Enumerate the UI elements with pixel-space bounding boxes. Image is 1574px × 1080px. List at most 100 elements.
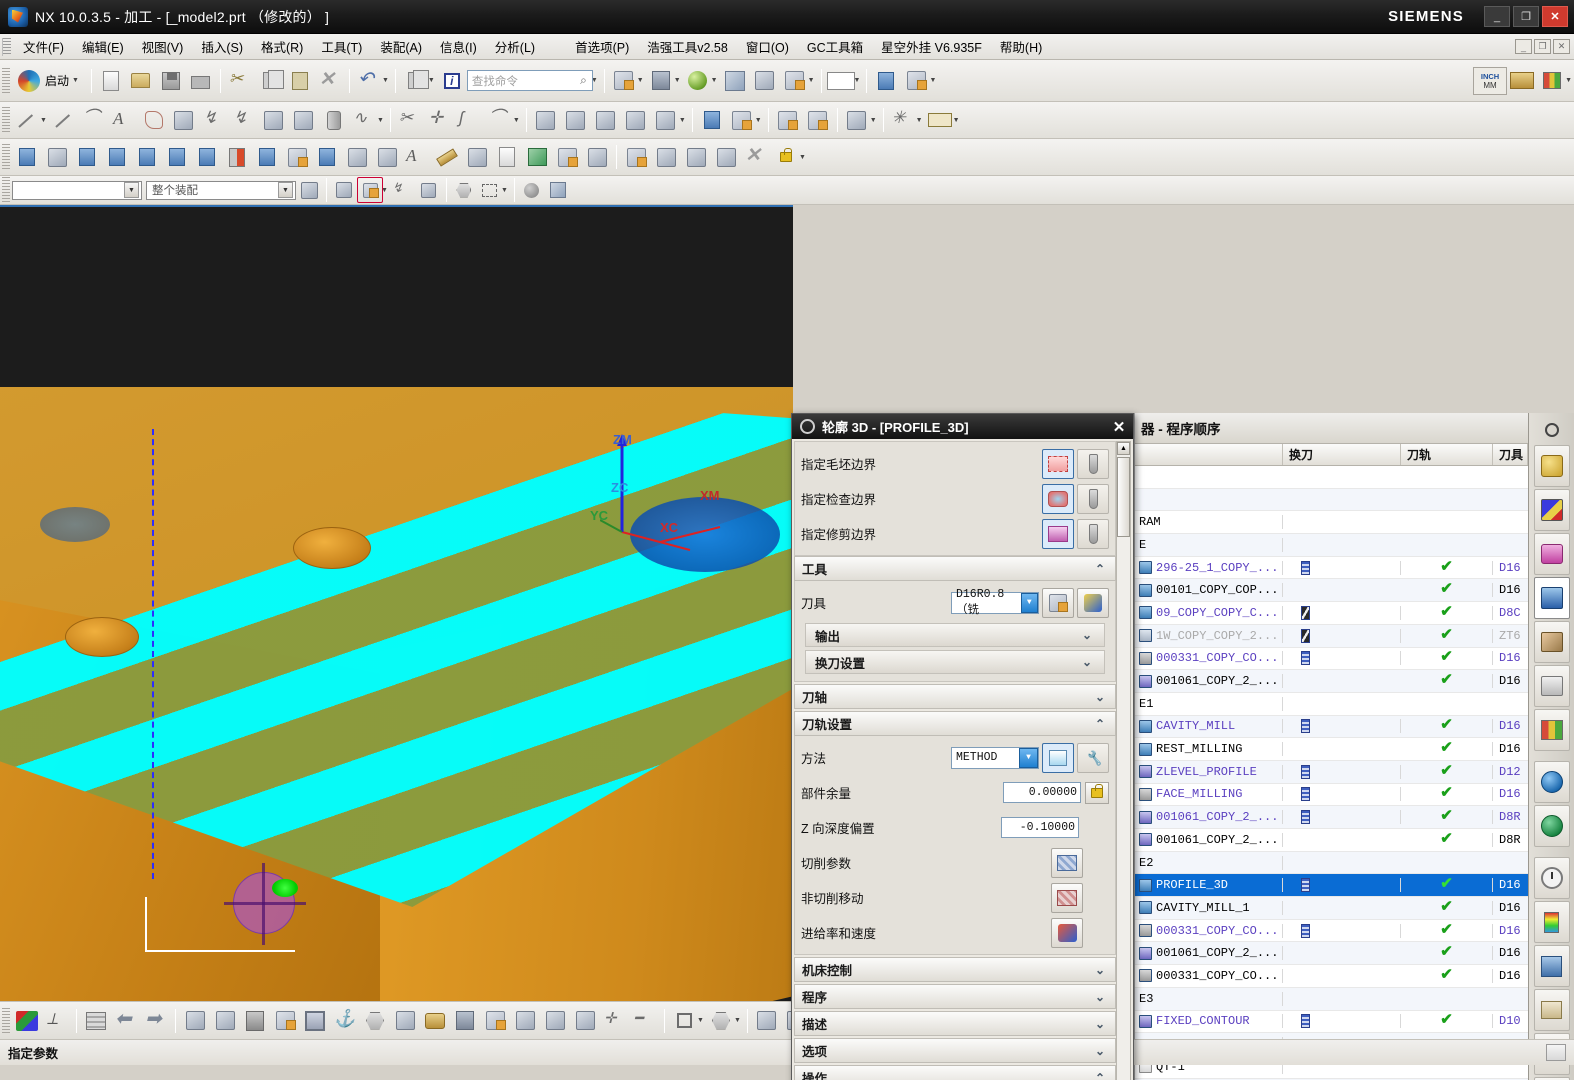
copy-object-button[interactable] [210,1006,240,1036]
measure-button[interactable] [773,105,803,135]
column-header-name[interactable] [1135,444,1283,465]
material-swatch-button[interactable] [1507,66,1537,96]
description-group-header[interactable]: 描述 ⌄ [794,1011,1116,1036]
mill-op-15-button[interactable] [432,142,462,172]
section-curve-button[interactable] [289,105,319,135]
datum-button[interactable]: ✳ [888,105,918,135]
forward-button[interactable]: ➡ [141,1006,171,1036]
bridge-curve-button[interactable]: ⌒ [485,105,515,135]
offset-curve-button[interactable] [169,105,199,135]
machine-control-group-header[interactable]: 机床控制 ⌄ [794,957,1116,982]
menu-format[interactable]: 格式(R) [252,34,312,59]
resource-reuse-library[interactable] [1533,621,1570,663]
post-process-button[interactable] [871,66,901,96]
resource-system-materials[interactable] [1533,709,1570,751]
rect-shape-button[interactable] [669,1006,699,1036]
save-button[interactable] [156,66,186,96]
rectangle-select-button[interactable] [477,177,503,203]
non-cutting-moves-button[interactable] [1051,882,1083,913]
edge-filter-button[interactable] [416,177,442,203]
edit-method-button[interactable]: 🔧 [1077,742,1109,773]
menu-analysis[interactable]: 分析(L) [486,34,544,59]
resource-assembly-navigator[interactable] [1533,445,1570,487]
blend-button[interactable] [651,105,681,135]
mill-op-23-button[interactable] [681,142,711,172]
command-search-input[interactable]: 查找命令 ⌕ [466,70,593,91]
wcs-origin-button[interactable]: ⟂ [42,1006,72,1036]
create-geometry-button[interactable] [683,66,713,96]
resource-part-navigator[interactable] [1533,489,1570,531]
create-operation-button[interactable] [609,66,639,96]
layer-settings-button[interactable] [1537,66,1567,96]
hex-shape-button[interactable] [706,1006,736,1036]
menu-window[interactable]: 窗口(O) [737,34,798,59]
table-row[interactable]: 000331_COPY_CO... ✔ D16 [1135,965,1528,988]
face-filter-button[interactable] [331,177,357,203]
create-tool-button[interactable] [646,66,676,96]
wcs-dynamic-button[interactable] [12,1006,42,1036]
intersect-curve-button[interactable]: ↯ [229,105,259,135]
tool-display-button[interactable] [450,1006,480,1036]
column-header-tool[interactable]: 刀具 [1493,444,1528,465]
doc-restore-button[interactable]: ❐ [1534,39,1551,54]
edit-tool-button[interactable] [1077,587,1109,618]
table-row[interactable] [1135,488,1528,512]
menu-edit[interactable]: 编辑(E) [73,34,133,59]
mill-op-1-button[interactable] [12,142,42,172]
path-settings-group-header[interactable]: 刀轨设置 ⌃ [794,711,1116,736]
sync-model-button[interactable] [842,105,872,135]
zoom-in-button[interactable]: ✛ [600,1006,630,1036]
tool-group-header[interactable]: 工具 ⌃ [794,556,1116,581]
move-object-button[interactable] [180,1006,210,1036]
doc-close-button[interactable]: ✕ [1553,39,1570,54]
note-button[interactable] [697,105,727,135]
resource-web-browser[interactable] [1533,761,1570,803]
window-minimize-button[interactable]: _ [1484,6,1510,27]
table-row[interactable]: CAVITY_MILL ✔ D16 [1135,715,1528,739]
doc-minimize-button[interactable]: _ [1515,39,1532,54]
material-button[interactable] [420,1006,450,1036]
new-method-button[interactable] [1042,742,1074,773]
verify-toolpath-button[interactable] [780,66,810,96]
isoparam-curve-button[interactable] [259,105,289,135]
zoom-fit-button[interactable] [570,1006,600,1036]
paste-button[interactable] [285,66,315,96]
table-row[interactable]: 001061_COPY_2_... ✔ D8R [1135,806,1528,829]
dialog-scrollbar[interactable]: ▲ ▼ [1116,441,1131,1080]
mill-op-14-button[interactable]: A [402,142,432,172]
shell-button[interactable] [621,105,651,135]
open-file-button[interactable] [126,66,156,96]
fillet-curve-button[interactable]: ʃ [455,105,485,135]
extract-curve-button[interactable] [319,105,349,135]
table-row[interactable]: 296-25_1_COPY_... ✔ D16 [1135,557,1528,580]
mill-op-26-button[interactable] [771,142,801,172]
scroll-up-button[interactable]: ▲ [1117,442,1130,455]
geometry-button[interactable] [270,1006,300,1036]
mill-op-11-button[interactable] [312,142,342,172]
trim-curve-button[interactable]: ✂ [395,105,425,135]
curve-filter-button[interactable]: ↯ [390,177,416,203]
csys-button[interactable] [240,1006,270,1036]
table-row[interactable]: FIXED_CONTOUR ✔ D10 [1135,1011,1528,1034]
display-blank-boundary-button[interactable] [1077,448,1109,479]
resource-hd3d-tools[interactable] [1533,665,1570,707]
new-tool-button[interactable] [1042,587,1074,618]
mill-op-12-button[interactable] [342,142,372,172]
menu-gc-toolbox[interactable]: GC工具箱 [798,34,872,59]
back-button[interactable]: ⬅ [111,1006,141,1036]
cut-parameters-button[interactable] [1051,847,1083,878]
line-button[interactable] [12,105,42,135]
table-row[interactable]: CAVITY_MILL_1 ✔ D16 [1135,897,1528,920]
table-row[interactable]: RAM [1135,511,1528,535]
start-menu-button[interactable]: 启动 ▼ [12,66,87,96]
menu-help[interactable]: 帮助(H) [991,34,1051,59]
toolbar-grip[interactable] [2,177,10,203]
shaded-display-button[interactable] [519,177,545,203]
resource-nx-help[interactable] [1533,805,1570,847]
units-indicator[interactable]: INCH MM [1473,66,1508,95]
toolbar-grip[interactable] [2,1007,10,1034]
divide-curve-button[interactable]: ✛ [425,105,455,135]
arc-button[interactable]: ⌒ [79,105,109,135]
mill-op-5-button[interactable] [132,142,162,172]
assembly-scope-dropdown[interactable]: 整个装配 ▼ [146,180,296,200]
